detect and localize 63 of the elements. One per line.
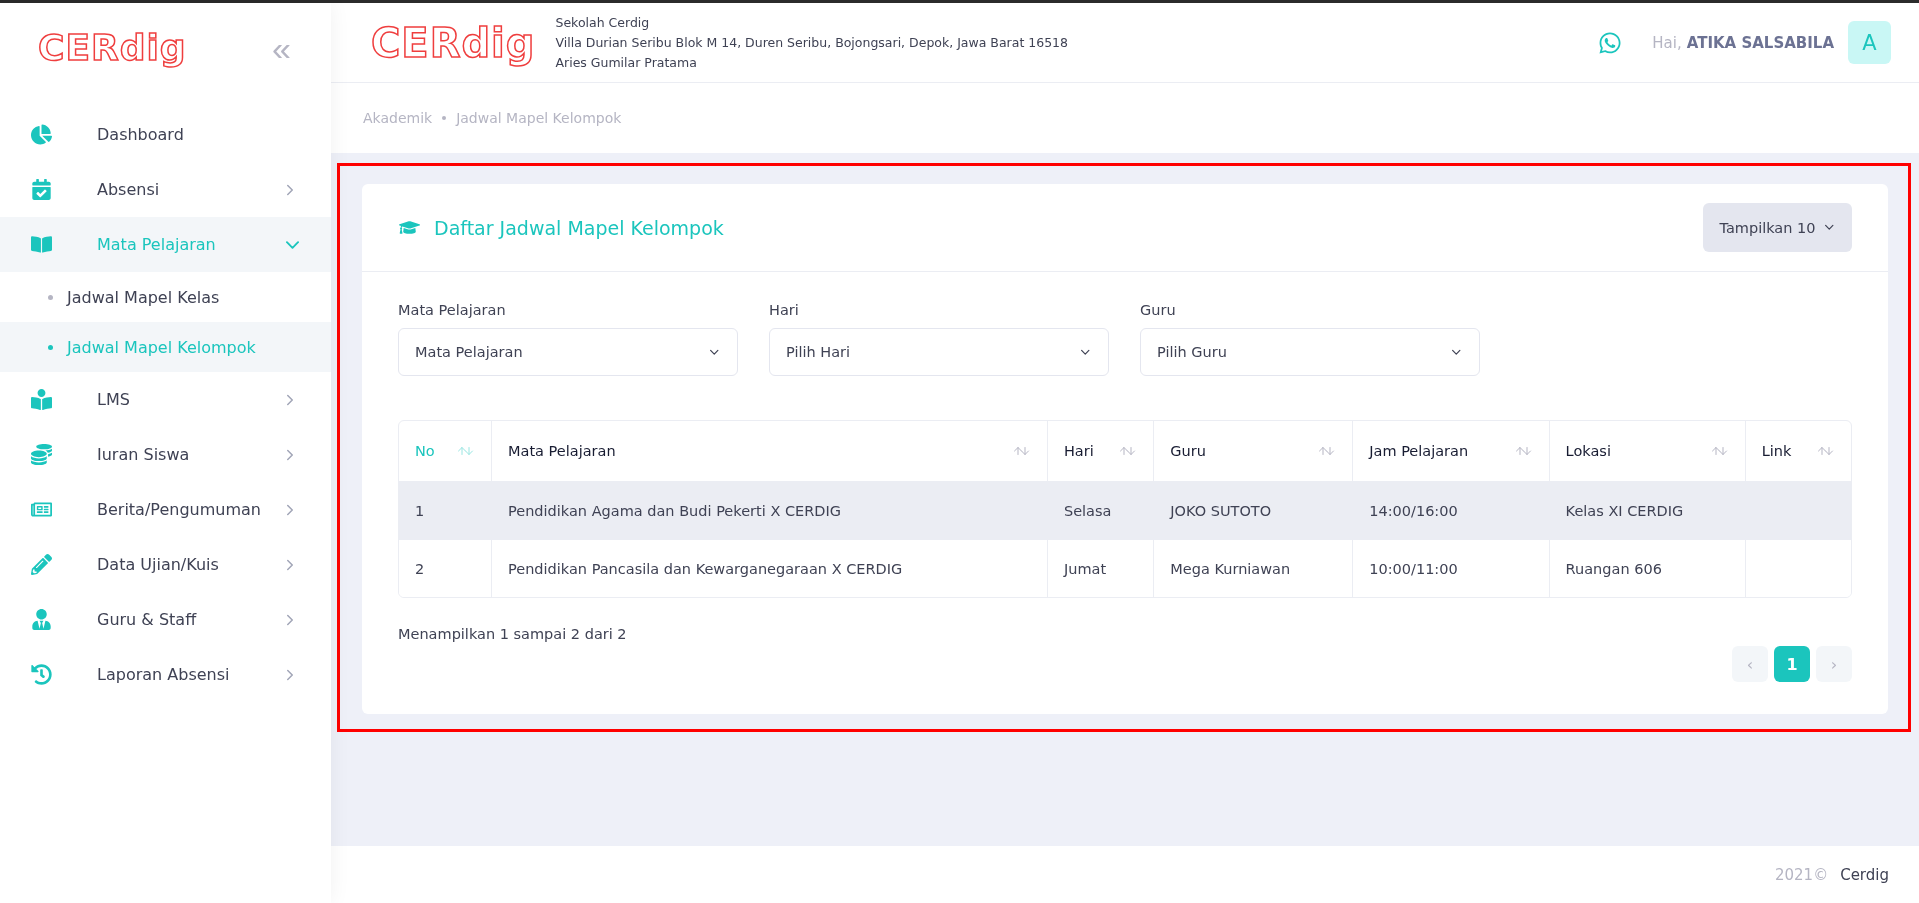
table-cell: Selasa xyxy=(1046,481,1154,539)
nav-item[interactable]: Guru & Staff xyxy=(0,592,331,647)
filter-label: Hari xyxy=(769,302,800,318)
nav-subitem[interactable]: Jadwal Mapel Kelas xyxy=(0,272,331,322)
filter-select[interactable]: Pilih Guru xyxy=(1140,328,1480,376)
table-summary: Menampilkan 1 sampai 2 dari 2 xyxy=(398,626,628,642)
sort-icon xyxy=(456,445,475,457)
sort-icon xyxy=(1011,445,1031,457)
table-cell: 2 xyxy=(399,539,491,597)
filter-label: Guru xyxy=(1140,302,1177,318)
nav-item[interactable]: Berita/Pengumuman xyxy=(0,482,331,537)
filter-label: Mata Pelajaran xyxy=(398,302,507,318)
table-cell: Mega Kurniawan xyxy=(1153,539,1353,597)
reader-icon xyxy=(30,388,52,411)
history-icon xyxy=(30,663,52,686)
nav-item[interactable]: LMS xyxy=(0,372,331,427)
nav-item[interactable]: Laporan Absensi xyxy=(0,647,331,702)
column-header[interactable]: Mata Pelajaran xyxy=(491,421,1047,481)
table-row[interactable]: 1 Pendidikan Agama dan Budi Pekerti X CERDIG Selasa JOKO SUTOTO 14:00/16:00 Kelas XI CERDIG xyxy=(399,481,1851,539)
table-cell: Pendidikan Agama dan Budi Pekerti X CERDIG xyxy=(491,481,1047,539)
chevron-down-icon xyxy=(286,240,299,249)
column-header[interactable]: Hari xyxy=(1046,421,1154,481)
filter-select[interactable]: Pilih Hari xyxy=(769,328,1109,376)
nav-item[interactable]: Dashboard xyxy=(0,107,331,162)
table-cell: 10:00/11:00 xyxy=(1352,539,1549,597)
column-header[interactable]: Lokasi xyxy=(1548,421,1745,481)
filter-select[interactable]: Mata Pelajaran xyxy=(398,328,738,376)
column-header[interactable]: Link xyxy=(1744,421,1851,481)
table-cell: Ruangan 606 xyxy=(1548,539,1745,597)
footer-brand[interactable]: Cerdig xyxy=(1840,865,1889,884)
table-cell: JOKO SUTOTO xyxy=(1153,481,1353,539)
sort-icon xyxy=(1709,445,1729,457)
school-name: Sekolah Cerdig xyxy=(555,13,651,32)
table-cell: Jumat xyxy=(1046,539,1154,597)
pencil-icon xyxy=(30,553,52,576)
table-cell: 1 xyxy=(399,481,491,539)
sort-icon xyxy=(1118,445,1138,457)
column-header[interactable]: Guru xyxy=(1153,421,1353,481)
column-header[interactable]: Jam Pelajaran xyxy=(1352,421,1549,481)
open-book-icon xyxy=(30,233,52,256)
nav-item[interactable]: Iuran Siswa xyxy=(0,427,331,482)
sort-icon xyxy=(1513,445,1533,457)
person-icon xyxy=(30,608,52,631)
nav-item[interactable]: Data Ujian/Kuis xyxy=(0,537,331,592)
user-name: ATIKA SALSABILA xyxy=(1686,33,1834,52)
table-row[interactable]: 2 Pendidikan Pancasila dan Kewarganegaraan X CERDIG Jumat Mega Kurniawan 10:00/11:00 Ruangan 606 xyxy=(399,539,1851,597)
card-title: Daftar Jadwal Mapel Kelompok xyxy=(434,216,724,239)
page-size-button[interactable]: Tampilkan 10 xyxy=(1703,203,1852,252)
sort-icon xyxy=(1317,445,1337,457)
school-address: Villa Durian Seribu Blok M 14, Duren Seribu, Bojongsari, Depok, Jawa Barat 16518 xyxy=(555,33,1069,52)
greeting: Hai, xyxy=(1652,33,1682,52)
coins-icon xyxy=(30,443,52,466)
whatsapp-icon[interactable] xyxy=(1598,30,1623,55)
table-cell: Pendidikan Pancasila dan Kewarganegaraan X CERDIG xyxy=(491,539,1047,597)
copyright-year: 2021© xyxy=(1775,865,1829,884)
nav-item[interactable]: Absensi xyxy=(0,162,331,217)
table-cell: Kelas XI CERDIG xyxy=(1548,481,1745,539)
pie-chart-icon xyxy=(30,123,52,146)
sort-icon xyxy=(1816,445,1835,457)
principal-name: Aries Gumilar Pratama xyxy=(555,53,698,72)
table-cell: 14:00/16:00 xyxy=(1352,481,1549,539)
logo: CERdig xyxy=(38,30,187,66)
calendar-check-icon xyxy=(30,178,52,201)
